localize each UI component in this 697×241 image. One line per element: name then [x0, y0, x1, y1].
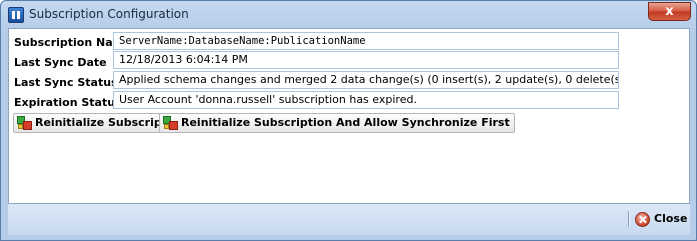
reinitialize-sync-first-label: Reinitialize Subscription And Allow Sync…	[181, 116, 510, 129]
last-sync-status-field[interactable]: Applied schema changes and merged 2 data…	[113, 71, 619, 89]
window-close-button[interactable]: x	[648, 2, 691, 21]
dialog-window: Subscription Configuration x Subscriptio…	[0, 0, 697, 241]
content-panel: Subscription Name ServerName:DatabaseNam…	[8, 28, 690, 204]
subscription-name-field[interactable]: ServerName:DatabaseName:PublicationName	[113, 32, 619, 50]
expiration-status-field[interactable]: User Account 'donna.russell' subscriptio…	[113, 91, 619, 109]
last-sync-date-label: Last Sync Date	[14, 56, 107, 69]
expiration-status-label: Expiration Status	[14, 96, 122, 109]
reinitialize-icon	[163, 116, 179, 130]
dialog-footer: Close	[8, 204, 690, 235]
reinitialize-icon	[17, 116, 33, 130]
close-button-label: Close	[654, 212, 688, 225]
window-title: Subscription Configuration	[29, 7, 189, 21]
footer-separator	[628, 211, 630, 227]
close-icon	[635, 212, 650, 227]
last-sync-status-label: Last Sync Status	[14, 76, 118, 89]
app-icon	[8, 7, 24, 23]
reinitialize-sync-first-button[interactable]: Reinitialize Subscription And Allow Sync…	[159, 113, 515, 133]
close-button[interactable]: Close	[635, 210, 687, 230]
last-sync-date-field[interactable]: 12/18/2013 6:04:14 PM	[113, 51, 619, 69]
title-bar[interactable]: Subscription Configuration x	[1, 1, 696, 28]
